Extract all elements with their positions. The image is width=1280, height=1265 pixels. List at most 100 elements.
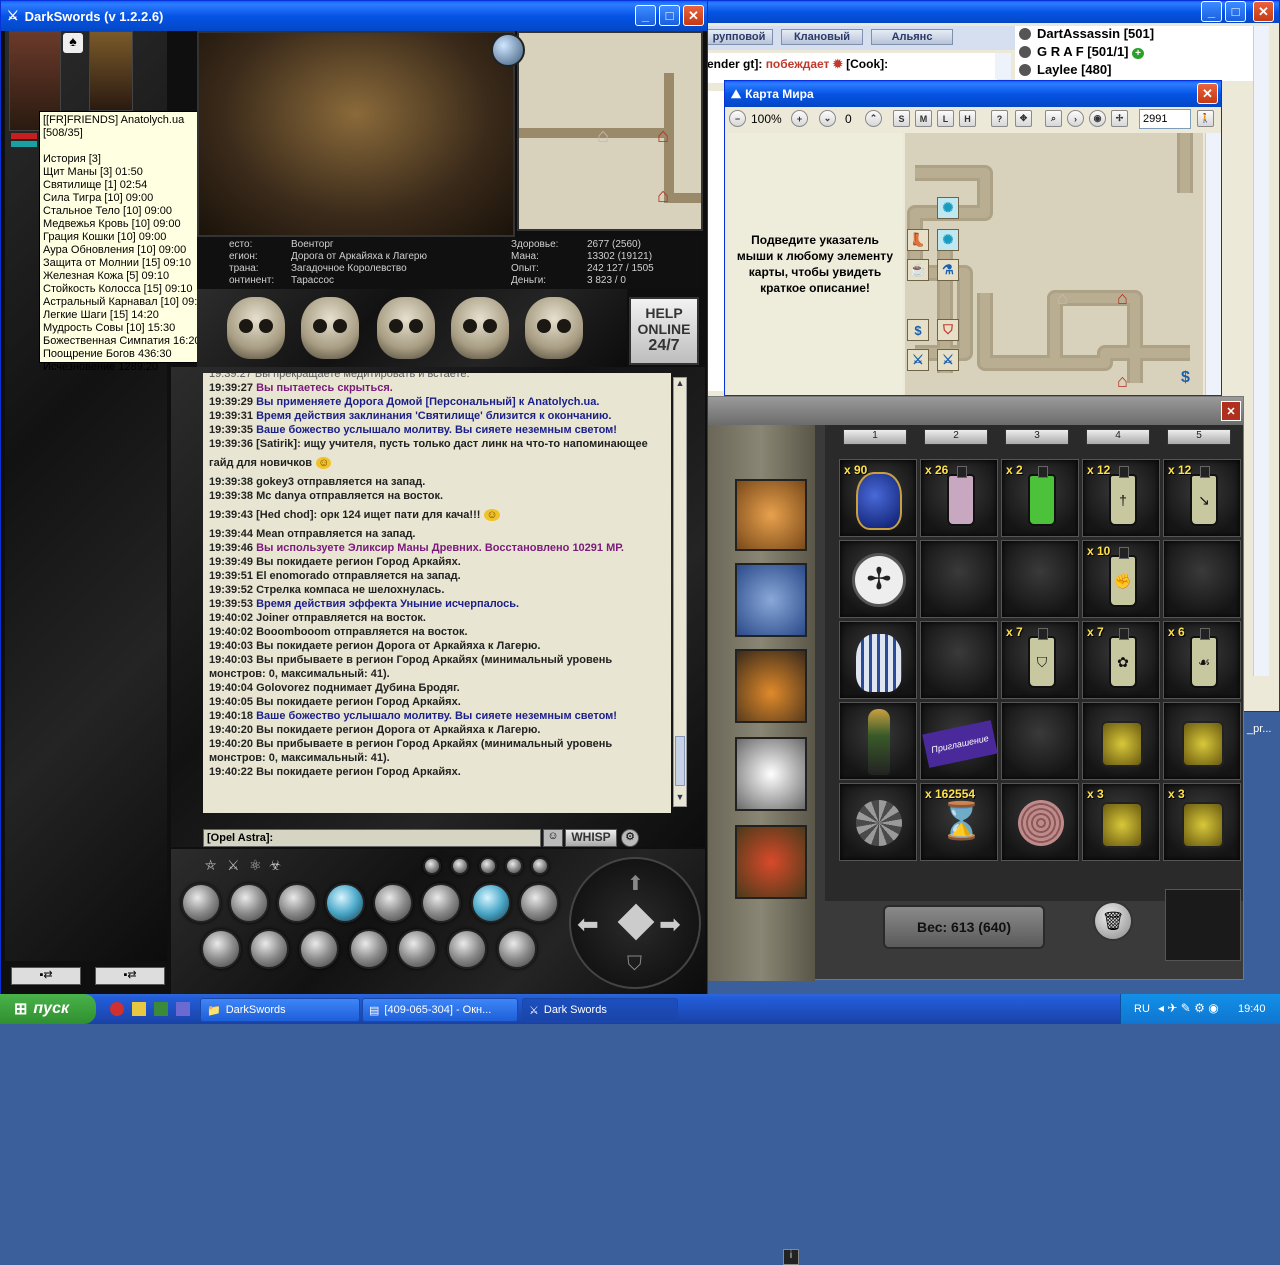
shield-icon[interactable]: ⛉ — [937, 319, 959, 341]
column-header[interactable]: 5 — [1167, 429, 1231, 445]
house-icon[interactable]: ⌂ — [1057, 288, 1068, 309]
inventory-close-button[interactable]: ✕ — [1221, 401, 1241, 421]
shop-button[interactable] — [451, 857, 469, 875]
mug-icon[interactable]: ☕ — [907, 259, 929, 281]
atom-small-icon[interactable]: ⚛ — [249, 857, 262, 874]
quicklaunch-icon[interactable] — [154, 1002, 168, 1016]
tab-group[interactable]: рупповой — [705, 29, 773, 45]
inventory-slot[interactable] — [1001, 783, 1079, 861]
brandy-glass-slot[interactable] — [735, 649, 807, 723]
minimize-button[interactable]: _ — [1201, 1, 1222, 22]
inventory-slot[interactable] — [1163, 702, 1241, 780]
fruit-bowl-slot[interactable] — [735, 825, 807, 899]
quicklaunch-opera-icon[interactable] — [110, 1002, 124, 1016]
inventory-slot[interactable]: x 3 — [1163, 783, 1241, 861]
column-header[interactable]: 4 — [1086, 429, 1150, 445]
party-toggle-button-2[interactable]: ▪⇄ — [95, 967, 165, 985]
drop-slot[interactable] — [1165, 889, 1241, 961]
down-shield-icon[interactable]: ⛉ — [627, 953, 642, 976]
inventory-slot[interactable] — [839, 702, 917, 780]
language-indicator[interactable]: RU — [1134, 1003, 1150, 1015]
map-close-button[interactable]: ✕ — [1197, 83, 1218, 104]
zoom-out-button[interactable]: − — [729, 110, 746, 127]
tab-clan[interactable]: Клановый — [781, 29, 863, 45]
house-icon[interactable]: ⌂ — [1117, 288, 1128, 309]
portal-icon[interactable]: ✺ — [937, 197, 959, 219]
inventory-slot[interactable]: ✊ x 10 — [1082, 540, 1160, 618]
help-icon[interactable]: ? — [991, 110, 1008, 127]
inventory-slot[interactable]: ✿ x 7 — [1082, 621, 1160, 699]
inventory-slot[interactable] — [839, 621, 917, 699]
help-online-badge[interactable]: HELP ONLINE 24/7 — [629, 297, 699, 365]
close-button[interactable]: ✕ — [1253, 1, 1274, 22]
flask-small-button[interactable] — [505, 857, 523, 875]
scroll-down-icon[interactable]: ▼ — [674, 792, 686, 806]
move-west-arrow[interactable]: ⬅ — [577, 909, 599, 940]
quicklaunch-icon[interactable] — [132, 1002, 146, 1016]
taskbar-item-darkswords-folder[interactable]: 📁 DarkSwords — [200, 998, 360, 1022]
chat-input[interactable]: [Opel Astra]: — [203, 829, 541, 847]
party-member-portrait[interactable] — [89, 31, 133, 111]
footsteps-button[interactable] — [349, 929, 389, 969]
inventory-slot[interactable] — [1001, 540, 1079, 618]
scroll-thumb[interactable] — [675, 736, 685, 786]
play-icon[interactable]: › — [1067, 110, 1084, 127]
inventory-slot[interactable]: x 26 — [920, 459, 998, 537]
player-row[interactable]: G R A F [501/1] + — [1015, 44, 1255, 62]
inventory-slot[interactable] — [920, 621, 998, 699]
level-up-button[interactable]: ⌃ — [865, 110, 882, 127]
settings-icon[interactable]: ⚙ — [621, 829, 639, 847]
people-button[interactable] — [397, 929, 437, 969]
up-arrow[interactable]: ⬆ — [627, 871, 644, 896]
maximize-button[interactable]: □ — [1225, 1, 1246, 22]
inventory-slot[interactable] — [1082, 702, 1160, 780]
inventory-slot[interactable]: x 2 — [1001, 459, 1079, 537]
pentagram-icon[interactable]: ⛤ — [205, 857, 216, 874]
walk-icon[interactable]: 🚶 — [1197, 110, 1214, 127]
lightning-button[interactable] — [325, 883, 365, 923]
inventory-slot[interactable]: ⌛ x 162554 — [920, 783, 998, 861]
main-maximize-button[interactable]: □ — [659, 5, 680, 26]
tab-alliance[interactable]: Альянс — [871, 29, 953, 45]
help-small-button[interactable] — [479, 857, 497, 875]
map-grid-button[interactable] — [519, 883, 559, 923]
map-canvas[interactable]: ✺ ✺ 👢 ☕ ⚗ $ ⛉ ⚔ ⚔ ⌂ ⌂ ⌂ $ — [905, 133, 1203, 395]
inventory-slot[interactable]: Приглашение — [920, 702, 998, 780]
quicklaunch-icon[interactable] — [176, 1002, 190, 1016]
inventory-slot[interactable]: ☙ x 6 — [1163, 621, 1241, 699]
portal-icon[interactable]: ✺ — [937, 229, 959, 251]
player-list-scrollbar[interactable] — [1253, 26, 1269, 676]
inventory-slot[interactable]: x 3 — [1082, 783, 1160, 861]
size-h-button[interactable]: H — [959, 110, 976, 127]
hand-button[interactable] — [277, 883, 317, 923]
eye-button[interactable] — [299, 929, 339, 969]
target-icon[interactable]: ◉ — [1089, 110, 1106, 127]
column-header[interactable]: 3 — [1005, 429, 1069, 445]
size-l-button[interactable]: L — [937, 110, 954, 127]
biohazard-icon[interactable]: ☣ — [269, 857, 282, 874]
attack-button[interactable] — [181, 883, 221, 923]
atom-button[interactable] — [471, 883, 511, 923]
bank-house-icon[interactable]: $ — [1181, 369, 1190, 387]
cat-pet-slot[interactable] — [735, 479, 807, 551]
party-toggle-button[interactable]: ▪⇄ — [11, 967, 81, 985]
compass-icon[interactable]: ✢ — [1111, 110, 1128, 127]
crossed-swords-icon[interactable]: ⚔ — [937, 349, 959, 371]
coffee-cup-slot[interactable] — [735, 737, 807, 811]
tray-icons[interactable]: ◂ ✈ ✎ ⚙ ◉ — [1158, 1001, 1219, 1015]
info-button[interactable]: i — [783, 1249, 799, 1265]
player-row[interactable]: DartAssassin [501] — [1015, 26, 1255, 44]
crossed-swords-icon[interactable]: ⚔ — [907, 349, 929, 371]
main-minimize-button[interactable]: _ — [635, 5, 656, 26]
chat-scrollbar[interactable] — [995, 53, 1011, 79]
globe-icon[interactable] — [491, 33, 525, 67]
zoom-in-button[interactable]: + — [791, 110, 808, 127]
inventory-slot[interactable] — [1001, 702, 1079, 780]
character-button[interactable] — [421, 883, 461, 923]
search-icon[interactable]: ⌕ — [1045, 110, 1062, 127]
map-scrollbar[interactable] — [1205, 133, 1221, 395]
size-s-button[interactable]: S — [893, 110, 910, 127]
smiley-button[interactable]: ☺ — [543, 829, 563, 847]
inventory-slot[interactable]: ✢ — [839, 540, 917, 618]
house-icon[interactable]: ⌂ — [1117, 371, 1128, 392]
